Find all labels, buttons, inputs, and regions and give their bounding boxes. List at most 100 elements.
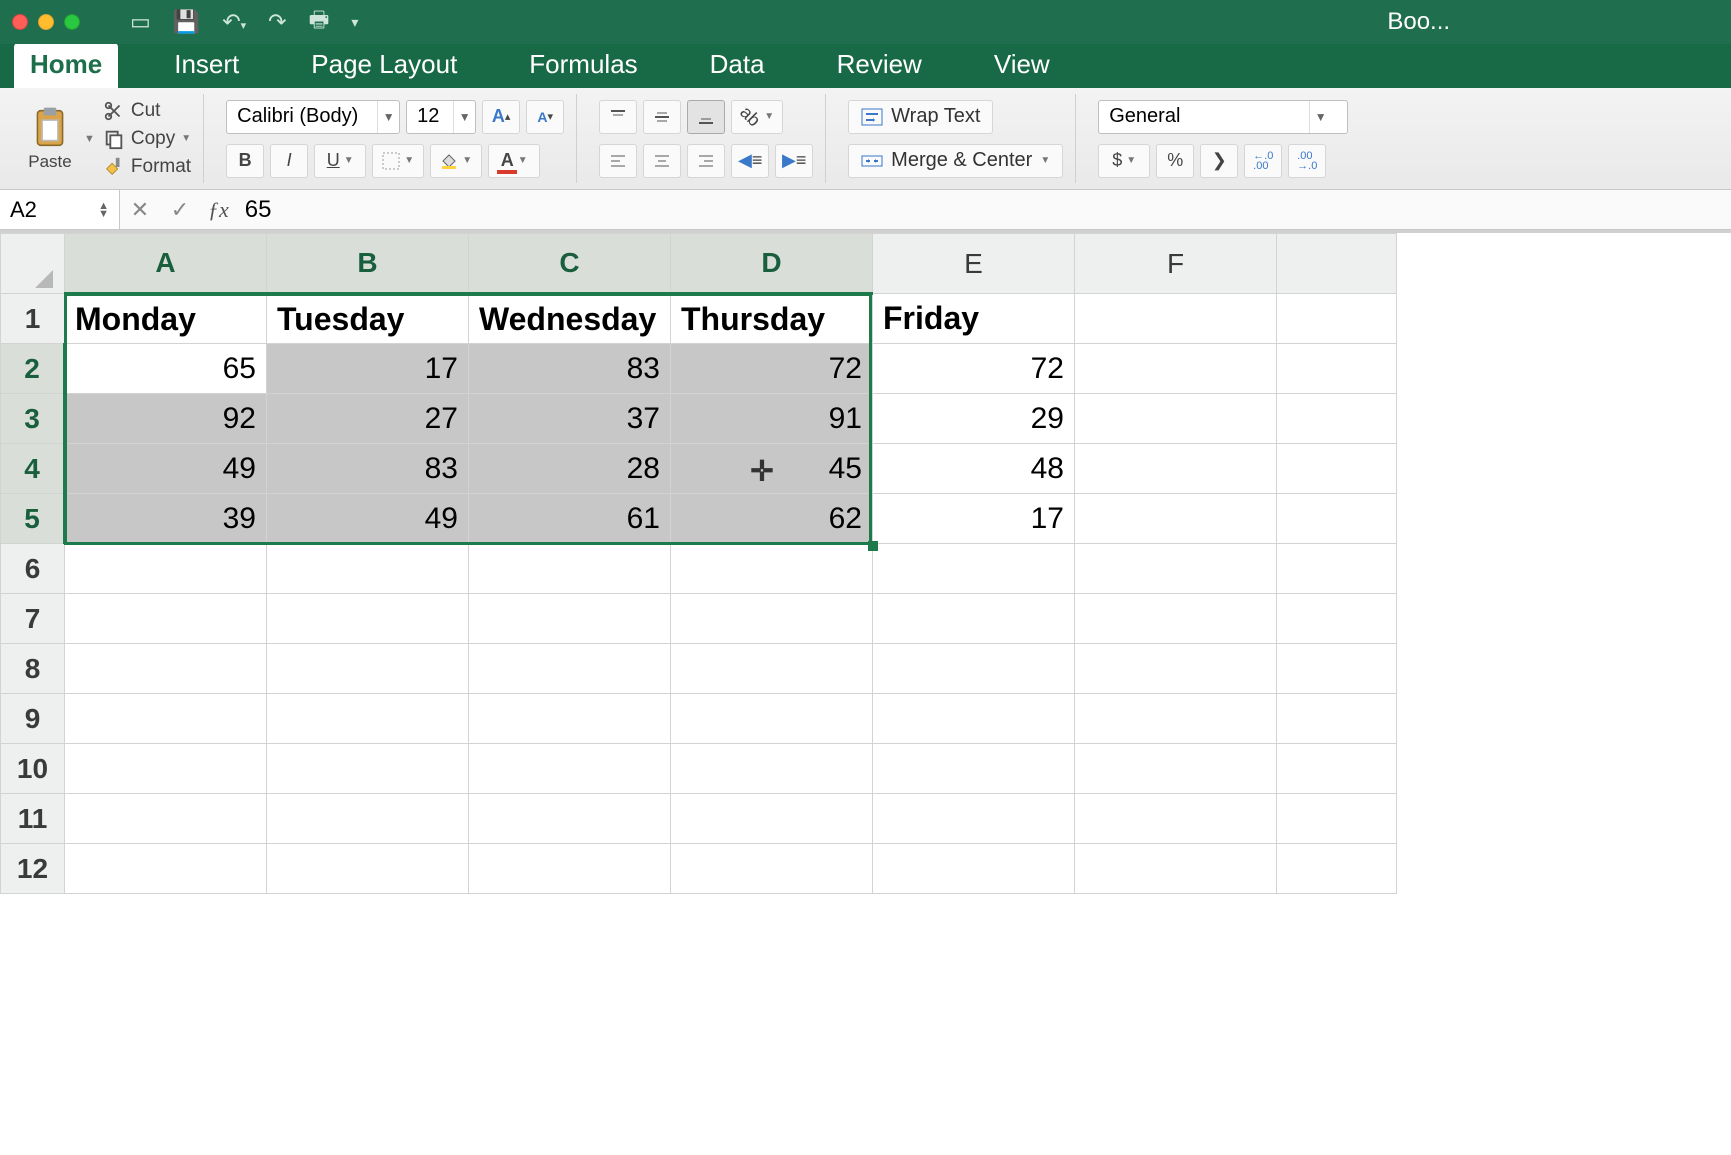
percent-button[interactable]: %: [1156, 144, 1194, 178]
underline-button[interactable]: U▼: [314, 144, 366, 178]
cell-D6[interactable]: [671, 544, 873, 594]
cell-G2[interactable]: [1277, 344, 1397, 394]
cell-E12[interactable]: [873, 844, 1075, 894]
tab-view[interactable]: View: [978, 43, 1066, 88]
undo-icon[interactable]: ↶▾: [222, 9, 246, 35]
cell-A12[interactable]: [65, 844, 267, 894]
cell-B9[interactable]: [267, 694, 469, 744]
font-color-button[interactable]: A ▼: [488, 144, 540, 178]
italic-button[interactable]: I: [270, 144, 308, 178]
cell-F12[interactable]: [1075, 844, 1277, 894]
row-header-12[interactable]: 12: [1, 844, 65, 894]
align-middle-button[interactable]: [643, 100, 681, 134]
cell-F9[interactable]: [1075, 694, 1277, 744]
increase-indent-button[interactable]: ▶≡: [775, 144, 813, 178]
col-header-C[interactable]: C: [469, 234, 671, 294]
cell-D3[interactable]: 91: [671, 394, 873, 444]
format-painter-button[interactable]: Format: [103, 156, 191, 178]
row-header-2[interactable]: 2: [1, 344, 65, 394]
cell-B6[interactable]: [267, 544, 469, 594]
spreadsheet-grid[interactable]: A B C D E F 1 Monday Tuesday Wednesday T…: [0, 230, 1731, 1155]
col-header-A[interactable]: A: [65, 234, 267, 294]
cell-F3[interactable]: [1075, 394, 1277, 444]
cell-F10[interactable]: [1075, 744, 1277, 794]
cell-G9[interactable]: [1277, 694, 1397, 744]
cell-A5[interactable]: 39: [65, 494, 267, 544]
cell-D12[interactable]: [671, 844, 873, 894]
borders-button[interactable]: ▼: [372, 144, 424, 178]
currency-button[interactable]: $▼: [1098, 144, 1150, 178]
cell-F4[interactable]: [1075, 444, 1277, 494]
tab-page-layout[interactable]: Page Layout: [295, 43, 473, 88]
chevron-down-icon[interactable]: ▼: [453, 101, 475, 133]
cell-G11[interactable]: [1277, 794, 1397, 844]
tab-home[interactable]: Home: [14, 43, 118, 88]
cell-C8[interactable]: [469, 644, 671, 694]
cell-D9[interactable]: [671, 694, 873, 744]
cell-G6[interactable]: [1277, 544, 1397, 594]
cell-C2[interactable]: 83: [469, 344, 671, 394]
copy-button[interactable]: Copy ▼: [103, 128, 191, 150]
cell-C11[interactable]: [469, 794, 671, 844]
cell-A2[interactable]: 65: [65, 344, 267, 394]
cell-E10[interactable]: [873, 744, 1075, 794]
minimize-window-button[interactable]: [38, 14, 54, 30]
wrap-text-button[interactable]: Wrap Text: [848, 100, 993, 134]
cell-B1[interactable]: Tuesday: [267, 294, 469, 344]
decrease-font-button[interactable]: A▾: [526, 100, 564, 134]
cell-G8[interactable]: [1277, 644, 1397, 694]
row-header-1[interactable]: 1: [1, 294, 65, 344]
cell-F8[interactable]: [1075, 644, 1277, 694]
paste-button[interactable]: Paste: [20, 95, 80, 183]
cell-B3[interactable]: 27: [267, 394, 469, 444]
cell-C10[interactable]: [469, 744, 671, 794]
cell-E8[interactable]: [873, 644, 1075, 694]
number-format-combo[interactable]: ▼: [1098, 100, 1348, 134]
decrease-indent-button[interactable]: ◀≡: [731, 144, 769, 178]
cell-B10[interactable]: [267, 744, 469, 794]
cell-C7[interactable]: [469, 594, 671, 644]
cell-C9[interactable]: [469, 694, 671, 744]
row-header-11[interactable]: 11: [1, 794, 65, 844]
col-header-F[interactable]: F: [1075, 234, 1277, 294]
cell-C4[interactable]: 28: [469, 444, 671, 494]
cell-E5[interactable]: 17: [873, 494, 1075, 544]
bold-button[interactable]: B: [226, 144, 264, 178]
align-center-button[interactable]: [643, 144, 681, 178]
autosave-icon[interactable]: ▭: [130, 9, 151, 35]
cell-A3[interactable]: 92: [65, 394, 267, 444]
row-header-9[interactable]: 9: [1, 694, 65, 744]
cell-A7[interactable]: [65, 594, 267, 644]
col-header-E[interactable]: E: [873, 234, 1075, 294]
fill-color-button[interactable]: ▼: [430, 144, 482, 178]
cell-G12[interactable]: [1277, 844, 1397, 894]
cell-G4[interactable]: [1277, 444, 1397, 494]
row-header-6[interactable]: 6: [1, 544, 65, 594]
align-left-button[interactable]: [599, 144, 637, 178]
merge-center-button[interactable]: Merge & Center ▼: [848, 144, 1063, 178]
cell-A1[interactable]: Monday: [65, 294, 267, 344]
cell-G3[interactable]: [1277, 394, 1397, 444]
tab-review[interactable]: Review: [821, 43, 938, 88]
col-header-D[interactable]: D: [671, 234, 873, 294]
col-header-B[interactable]: B: [267, 234, 469, 294]
cancel-formula-button[interactable]: ✕: [120, 197, 160, 223]
cell-B11[interactable]: [267, 794, 469, 844]
tab-data[interactable]: Data: [694, 43, 781, 88]
align-bottom-button[interactable]: [687, 100, 725, 134]
cell-G1[interactable]: [1277, 294, 1397, 344]
print-icon[interactable]: 🖶: [309, 3, 330, 41]
qat-more-icon[interactable]: ▾: [351, 14, 358, 31]
cell-A10[interactable]: [65, 744, 267, 794]
cell-B4[interactable]: 83: [267, 444, 469, 494]
cell-F5[interactable]: [1075, 494, 1277, 544]
cut-button[interactable]: Cut: [103, 100, 161, 122]
cell-A4[interactable]: 49: [65, 444, 267, 494]
cell-D2[interactable]: 72: [671, 344, 873, 394]
close-window-button[interactable]: [12, 14, 28, 30]
row-header-5[interactable]: 5: [1, 494, 65, 544]
cell-E4[interactable]: 48: [873, 444, 1075, 494]
font-name-combo[interactable]: ▼: [226, 100, 400, 134]
cell-C5[interactable]: 61: [469, 494, 671, 544]
row-header-10[interactable]: 10: [1, 744, 65, 794]
